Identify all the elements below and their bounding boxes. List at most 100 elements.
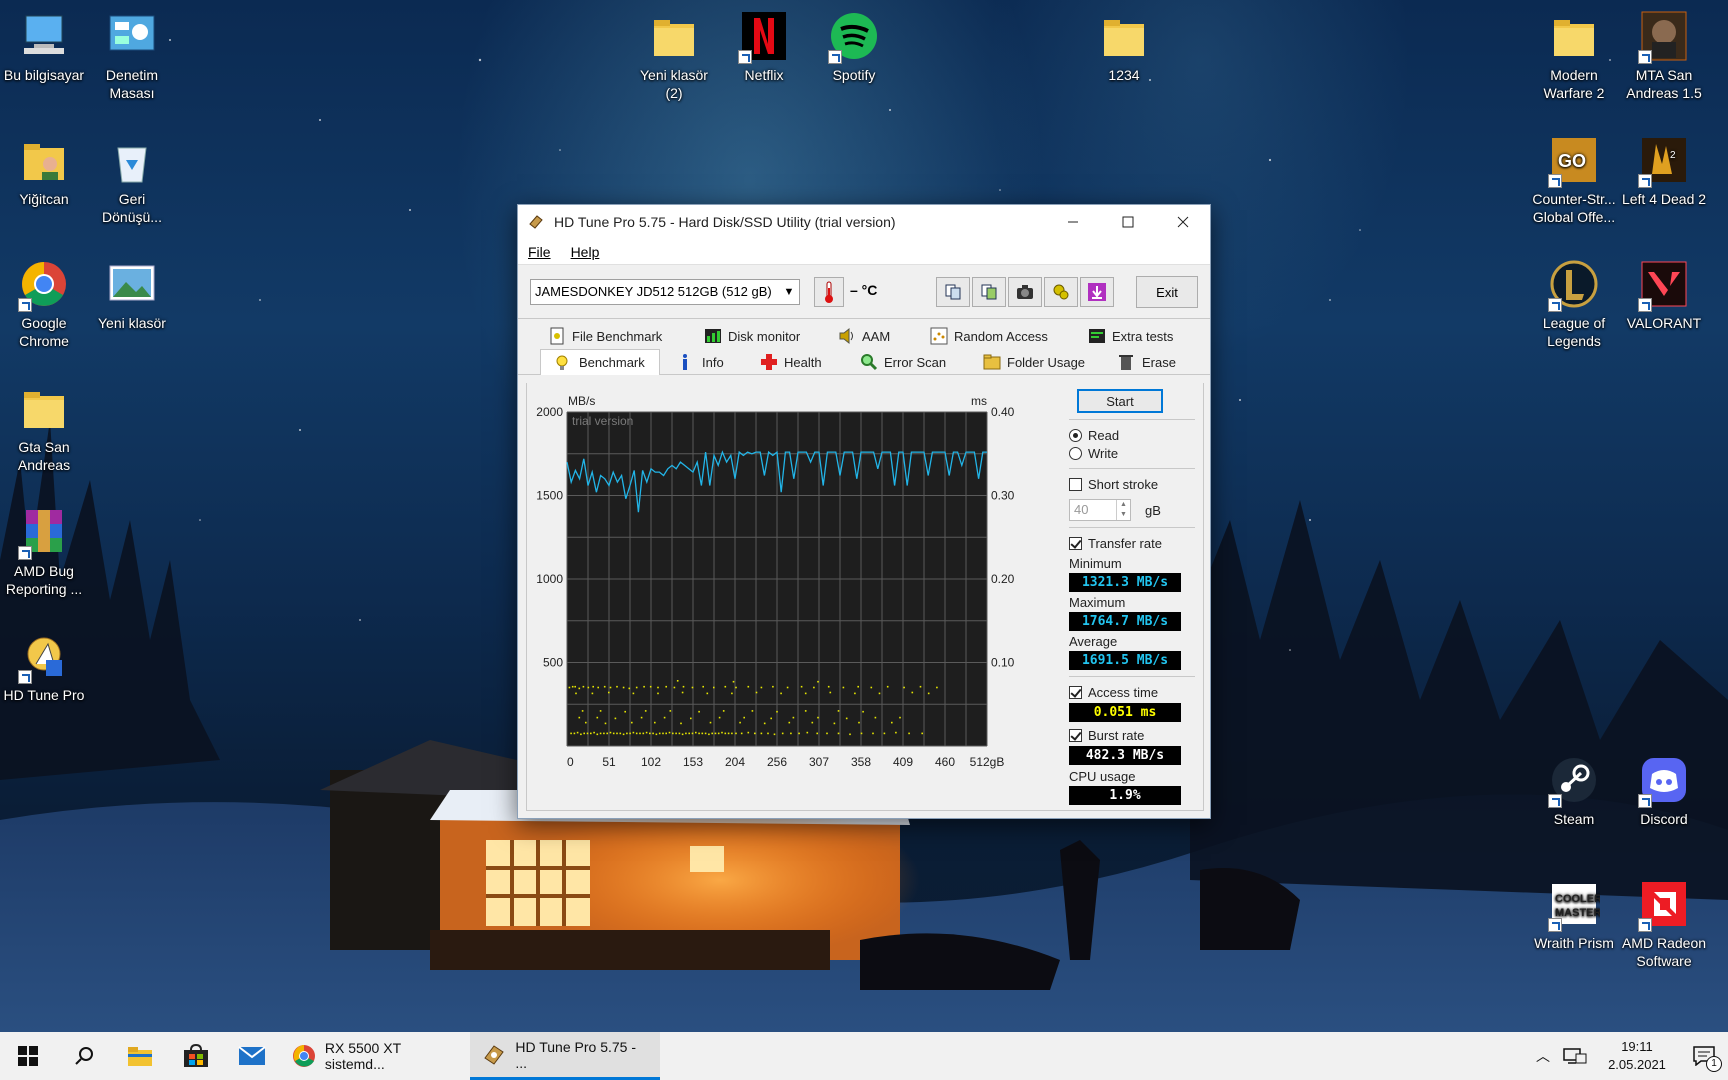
network-icon[interactable] bbox=[1562, 1046, 1588, 1066]
mail-button[interactable] bbox=[224, 1032, 280, 1080]
desktop-icon-bu-bilgisayar[interactable]: Bu bilgisayar bbox=[0, 0, 88, 84]
desktop-icon-label: Counter-Str... Global Offe... bbox=[1532, 191, 1616, 225]
tab-file-benchmark[interactable]: File Benchmark bbox=[548, 325, 662, 347]
clock[interactable]: 19:11 2.05.2021 bbox=[1594, 1038, 1680, 1074]
access-time-point bbox=[899, 716, 901, 719]
desktop-icon-google-chrome[interactable]: Google Chrome bbox=[0, 248, 88, 350]
chevron-up-icon[interactable]: ︿ bbox=[1530, 1046, 1556, 1066]
desktop-icon-modern-warfare-2[interactable]: Modern Warfare 2 bbox=[1530, 0, 1618, 102]
write-radio[interactable]: Write bbox=[1069, 444, 1195, 462]
search-button[interactable] bbox=[56, 1032, 112, 1080]
hdtune-app-icon bbox=[529, 215, 543, 229]
tab-disk-monitor[interactable]: Disk monitor bbox=[704, 325, 800, 347]
shortcut-arrow-icon bbox=[828, 50, 842, 64]
access-time-point bbox=[662, 732, 664, 735]
access-time-point bbox=[826, 732, 828, 735]
store-button[interactable] bbox=[168, 1032, 224, 1080]
short-stroke-input[interactable]: 40 ▲ ▼ bbox=[1069, 499, 1131, 521]
desktop-icon-label: Netflix bbox=[744, 67, 784, 83]
desktop-icon-1234[interactable]: 1234 bbox=[1080, 0, 1168, 84]
desktop-icon-gta-san-andreas[interactable]: Gta San Andreas bbox=[0, 372, 88, 474]
desktop-icon-league-of-legends[interactable]: League of Legends bbox=[1530, 248, 1618, 350]
access-time-point bbox=[665, 685, 667, 688]
cpu-usage-label: CPU usage bbox=[1069, 769, 1136, 784]
desktop-icon-counter-str-global-offe[interactable]: GO Counter-Str... Global Offe... bbox=[1530, 124, 1618, 226]
desktop-icon-mta-san-andreas-1-5[interactable]: MTA San Andreas 1.5 bbox=[1620, 0, 1708, 102]
burst-rate-checkbox[interactable]: Burst rate bbox=[1069, 726, 1195, 744]
tab-health[interactable]: Health bbox=[760, 351, 822, 373]
options-button[interactable] bbox=[1044, 277, 1078, 307]
desktop-icon-geri-dönüşü[interactable]: Geri Dönüşü... bbox=[88, 124, 176, 226]
desktop-icon-steam[interactable]: Steam bbox=[1530, 744, 1618, 828]
desktop-icon-label: League of Legends bbox=[1542, 315, 1606, 349]
access-time-point bbox=[642, 732, 645, 735]
shortcut-arrow-icon bbox=[18, 670, 32, 684]
menu-help[interactable]: Help bbox=[571, 244, 600, 260]
camera-icon bbox=[1017, 285, 1033, 299]
desktop-icon-discord[interactable]: Discord bbox=[1620, 744, 1708, 828]
tab-info[interactable]: Info bbox=[678, 351, 724, 373]
taskbar-app-chrome[interactable]: RX 5500 XT sistemd... bbox=[280, 1032, 470, 1080]
desktop-icon-yeni-klasör[interactable]: Yeni klasör bbox=[88, 248, 176, 332]
desktop-icon-amd-bug-reporting[interactable]: AMD Bug Reporting ... bbox=[0, 496, 88, 598]
transfer-rate-checkbox[interactable]: Transfer rate bbox=[1069, 534, 1195, 552]
access-time-point bbox=[792, 716, 795, 719]
access-time-point bbox=[711, 732, 713, 735]
desktop-icon-left-4-dead-2[interactable]: 2 Left 4 Dead 2 bbox=[1620, 124, 1708, 208]
access-time-point bbox=[857, 685, 859, 688]
desktop-icon-valorant[interactable]: VALORANT bbox=[1620, 248, 1708, 332]
screenshot-button[interactable] bbox=[1008, 277, 1042, 307]
tab-folder-usage[interactable]: Folder Usage bbox=[983, 351, 1085, 373]
minimize-button[interactable] bbox=[1045, 205, 1100, 239]
copy-info-button[interactable] bbox=[936, 277, 970, 307]
tab-benchmark[interactable]: Benchmark bbox=[540, 349, 660, 375]
start-button[interactable] bbox=[0, 1032, 56, 1080]
short-stroke-checkbox[interactable]: Short stroke bbox=[1069, 475, 1195, 493]
access-time-point bbox=[891, 721, 893, 724]
close-button[interactable] bbox=[1155, 205, 1210, 239]
desktop-icon-yeni-klasör-2[interactable]: Yeni klasör (2) bbox=[630, 0, 718, 102]
read-radio[interactable]: Read bbox=[1069, 426, 1195, 444]
tab-erase[interactable]: Erase bbox=[1118, 351, 1176, 373]
title-bar[interactable]: HD Tune Pro 5.75 - Hard Disk/SSD Utility… bbox=[518, 205, 1210, 239]
gears-icon bbox=[1053, 284, 1069, 300]
access-time-point bbox=[724, 685, 727, 688]
tab-extra-tests[interactable]: Extra tests bbox=[1088, 325, 1173, 347]
tab-random-access[interactable]: Random Access bbox=[930, 325, 1048, 347]
access-time-point bbox=[895, 731, 897, 734]
desktop-icon-denetim-masası[interactable]: Denetim Masası bbox=[88, 0, 176, 102]
copy-all-button[interactable] bbox=[972, 277, 1006, 307]
shortcut-arrow-icon bbox=[18, 546, 32, 560]
x-tick-label: 204 bbox=[725, 755, 745, 769]
minimum-value: 1321.3 MB/s bbox=[1069, 573, 1181, 592]
taskbar-app-hdtune[interactable]: HD Tune Pro 5.75 - ... bbox=[470, 1032, 660, 1080]
drive-select-value: JAMESDONKEY JD512 512GB (512 gB) bbox=[535, 284, 772, 299]
access-time-point bbox=[593, 731, 595, 734]
desktop-icon-netflix[interactable]: Netflix bbox=[720, 0, 808, 84]
desktop-icon-yiğitcan[interactable]: Yiğitcan bbox=[0, 124, 88, 208]
desktop-icon-amd-radeon-software[interactable]: AMD Radeon Software bbox=[1620, 868, 1708, 970]
maximize-button[interactable] bbox=[1100, 205, 1155, 239]
access-time-point bbox=[599, 710, 602, 712]
tab-aam[interactable]: AAM bbox=[838, 325, 890, 347]
start-button[interactable]: Start bbox=[1077, 389, 1163, 413]
file-explorer-button[interactable] bbox=[112, 1032, 168, 1080]
desktop-icon-wraith-prism[interactable]: COOLER MASTER Wraith Prism bbox=[1530, 868, 1618, 952]
access-time-point bbox=[629, 732, 631, 735]
tab-error-scan[interactable]: Error Scan bbox=[860, 351, 946, 373]
desktop-icon-hd-tune-pro[interactable]: HD Tune Pro bbox=[0, 620, 88, 704]
hdtune-window[interactable]: HD Tune Pro 5.75 - Hard Disk/SSD Utility… bbox=[517, 204, 1211, 819]
access-time-point bbox=[708, 733, 710, 736]
menu-file[interactable]: File bbox=[528, 244, 551, 260]
drive-select[interactable]: JAMESDONKEY JD512 512GB (512 gB) ▼ bbox=[530, 278, 800, 305]
exit-button[interactable]: Exit bbox=[1136, 276, 1198, 308]
access-time-point bbox=[800, 685, 803, 688]
x-tick-label: 51 bbox=[602, 755, 616, 769]
access-time-point bbox=[747, 685, 750, 688]
download-button[interactable] bbox=[1080, 277, 1114, 307]
desktop-icon-spotify[interactable]: Spotify bbox=[810, 0, 898, 84]
notifications-button[interactable]: 1 bbox=[1680, 1032, 1728, 1080]
access-time-point bbox=[724, 732, 727, 735]
access-time-checkbox[interactable]: Access time bbox=[1069, 683, 1195, 701]
shortcut-arrow-icon bbox=[1548, 298, 1562, 312]
